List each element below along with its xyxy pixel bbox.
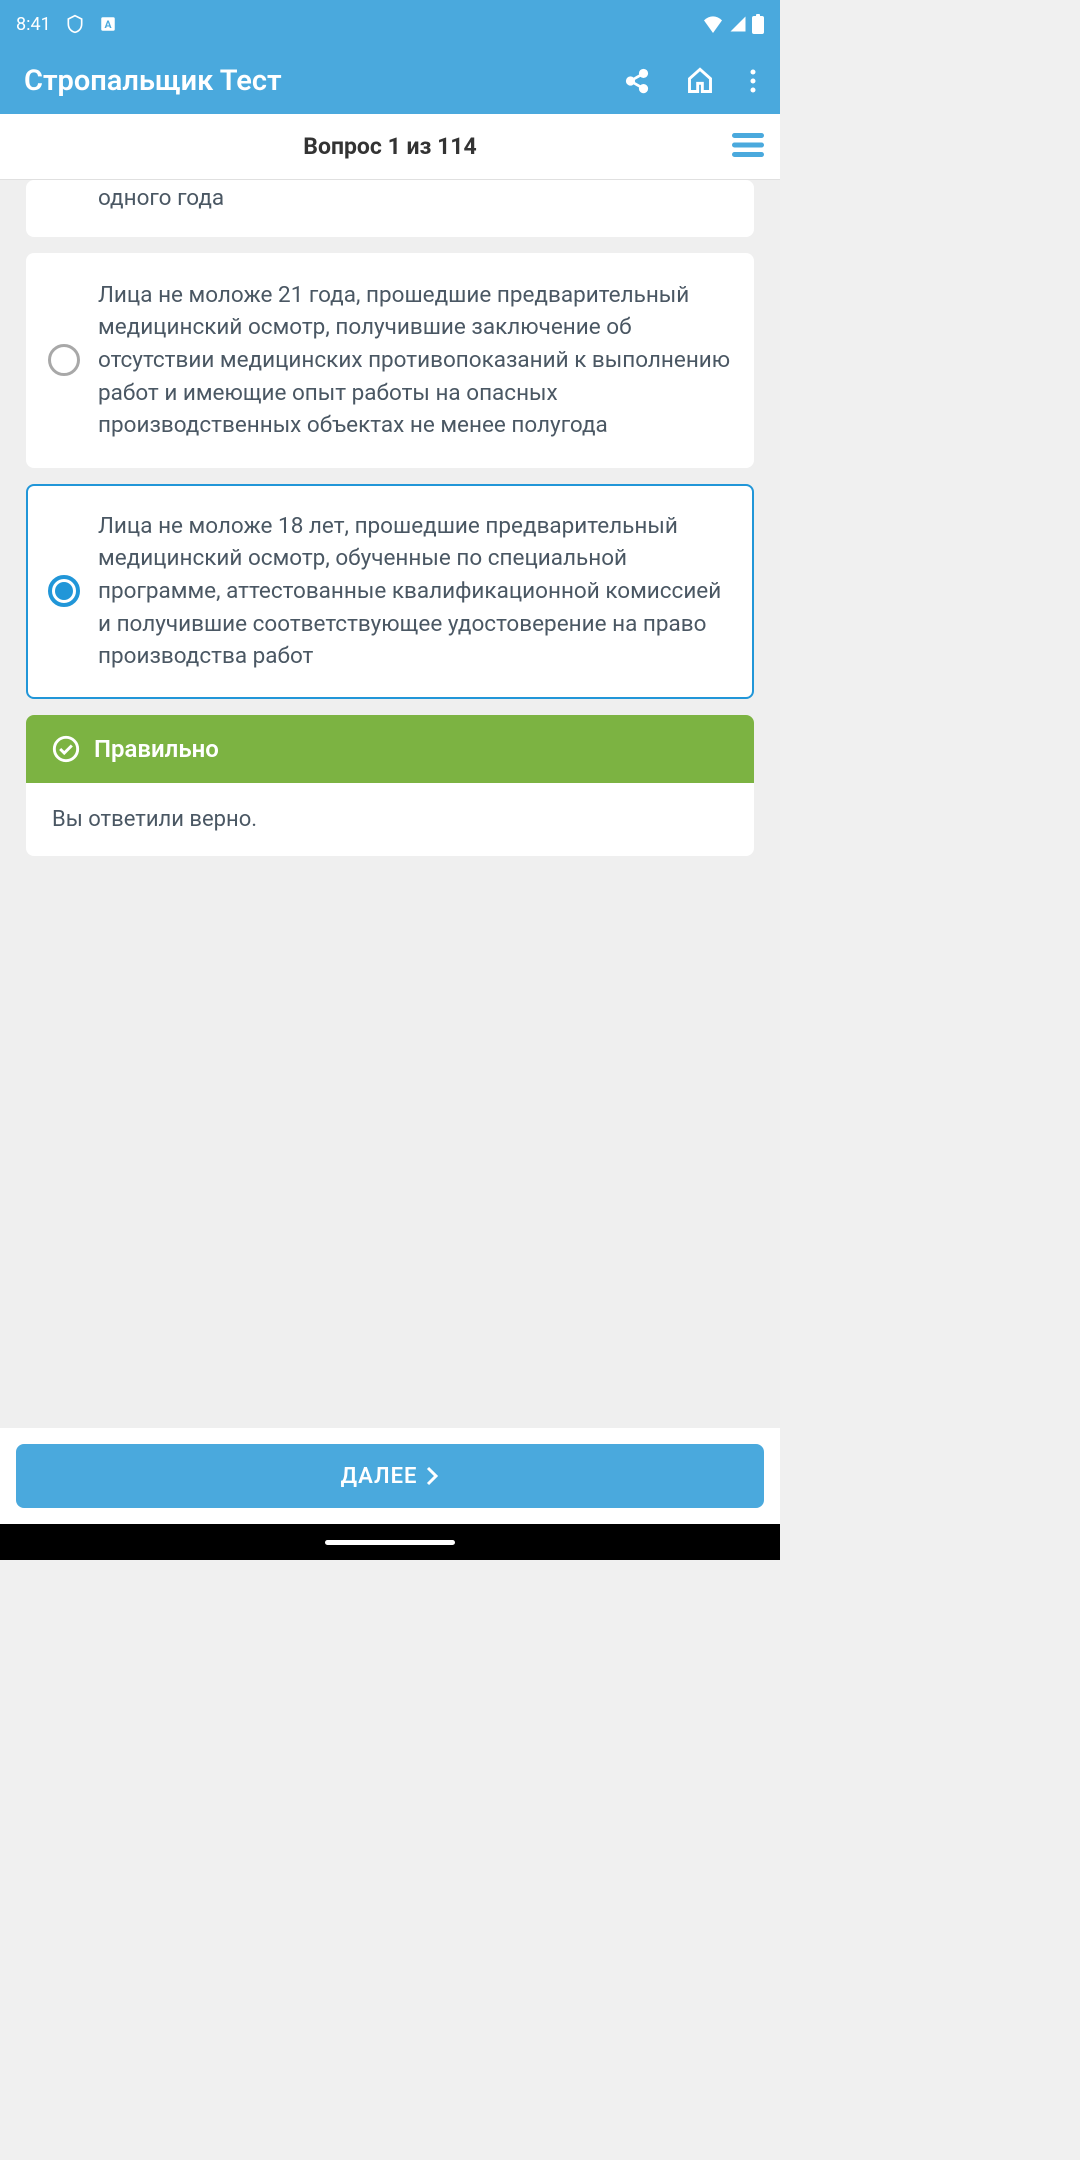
answer-text: Лица не моложе 18 лет, прошедшие предвар… <box>98 510 732 673</box>
result-title: Правильно <box>94 735 219 763</box>
wifi-icon <box>702 15 724 33</box>
app-title: Стропальщик Тест <box>24 64 282 98</box>
app-bar: Стропальщик Тест <box>0 48 780 114</box>
answer-option-3[interactable]: Лица не моложе 18 лет, прошедшие предвар… <box>26 484 754 699</box>
answer-option-2[interactable]: Лица не моложе 21 года, прошедшие предва… <box>26 253 754 468</box>
home-icon[interactable] <box>686 67 714 95</box>
shield-icon <box>65 14 85 34</box>
content-area: одного года Лица не моложе 21 года, прош… <box>0 180 780 1428</box>
result-header: Правильно <box>26 715 754 783</box>
next-button[interactable]: ДАЛЕЕ <box>16 1444 764 1508</box>
signal-icon <box>728 15 748 33</box>
answer-text: одного года <box>98 182 224 215</box>
next-button-label: ДАЛЕЕ <box>341 1464 418 1489</box>
translate-icon: A <box>99 15 117 33</box>
svg-text:A: A <box>104 18 112 31</box>
battery-icon <box>752 14 764 34</box>
status-bar: 8:41 A <box>0 0 780 48</box>
answer-option-partial[interactable]: одного года <box>26 180 754 237</box>
footer: ДАЛЕЕ <box>0 1428 780 1524</box>
navigation-bar <box>0 1524 780 1560</box>
answer-text: Лица не моложе 21 года, прошедшие предва… <box>98 279 732 442</box>
question-header: Вопрос 1 из 114 <box>0 114 780 180</box>
check-circle-icon <box>52 735 80 763</box>
question-counter: Вопрос 1 из 114 <box>303 133 476 160</box>
result-body: Вы ответили верно. <box>26 783 754 856</box>
result-card: Правильно Вы ответили верно. <box>26 715 754 856</box>
status-time: 8:41 <box>16 14 51 35</box>
more-icon[interactable] <box>750 69 756 93</box>
nav-handle[interactable] <box>325 1540 455 1545</box>
chevron-right-icon <box>425 1466 439 1486</box>
share-icon[interactable] <box>624 68 650 94</box>
radio-unchecked-icon <box>48 344 80 376</box>
menu-icon[interactable] <box>732 133 764 161</box>
radio-checked-icon <box>48 575 80 607</box>
